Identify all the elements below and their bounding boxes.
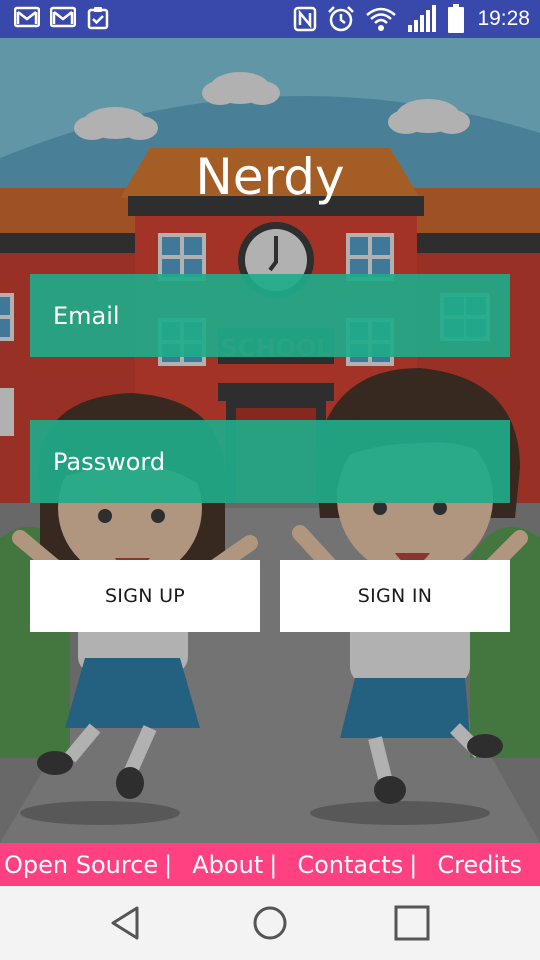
sign-up-label: SIGN UP: [104, 585, 186, 607]
signal-icon: [408, 5, 437, 32]
battery-icon: [448, 4, 465, 33]
app-screen: 19:28 Nerdy Email Password SIGN UP SIGN …: [0, 0, 540, 960]
footer-links-bar: Open Source | About | Contacts | Credits: [0, 843, 540, 886]
password-placeholder: Password: [53, 447, 166, 476]
status-clock: 19:28: [477, 7, 530, 30]
system-navigation-bar: [0, 886, 540, 960]
clipboard-check-icon: [87, 7, 109, 30]
alarm-icon: [328, 6, 355, 32]
nfc-icon: [294, 6, 317, 32]
back-icon[interactable]: [105, 902, 147, 944]
footer-separator: |: [409, 850, 418, 879]
footer-link-credits[interactable]: Credits: [437, 851, 522, 879]
sign-up-button[interactable]: SIGN UP: [30, 560, 260, 632]
sign-in-button[interactable]: SIGN IN: [280, 560, 510, 632]
email-field[interactable]: Email: [30, 274, 510, 357]
gmail-icon: [50, 6, 76, 28]
sign-in-label: SIGN IN: [357, 585, 433, 607]
recents-icon[interactable]: [391, 902, 433, 944]
footer-link-open-source[interactable]: Open Source: [4, 851, 158, 879]
footer-link-about[interactable]: About: [192, 851, 263, 879]
system-icons: 19:28: [293, 4, 530, 34]
footer-separator: |: [269, 850, 278, 879]
password-field[interactable]: Password: [30, 420, 510, 503]
home-icon[interactable]: [249, 902, 291, 944]
footer-separator: |: [164, 850, 173, 879]
status-bar: 19:28: [0, 0, 540, 38]
footer-link-contacts[interactable]: Contacts: [297, 851, 403, 879]
wifi-icon: [366, 7, 397, 31]
gmail-icon: [14, 6, 40, 28]
email-placeholder: Email: [53, 301, 120, 330]
app-title: Nerdy: [195, 148, 345, 206]
notification-icons: [14, 6, 110, 30]
